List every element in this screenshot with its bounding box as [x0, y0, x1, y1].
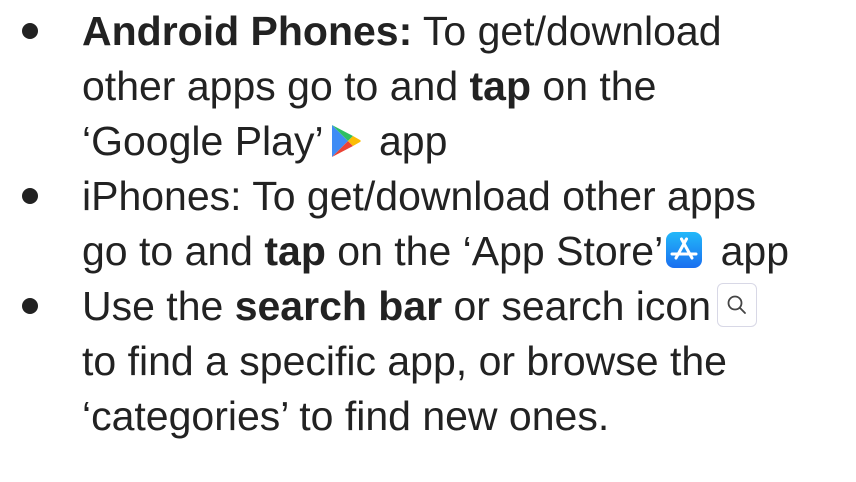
text-span: ‘categories’ to find new ones. [82, 393, 610, 439]
text-line: Use the search bar or search icon [82, 279, 842, 334]
text-line: to find a specific app, or browse the [82, 334, 842, 389]
list-item-android: Android Phones: To get/download other ap… [0, 4, 842, 169]
bullet-dot [22, 298, 38, 314]
search-icon-box [717, 283, 758, 328]
bullet-dot [22, 188, 38, 204]
list-item-search: Use the search bar or search icon to fin… [0, 279, 842, 444]
text-span: on the [531, 63, 657, 109]
text-span: iPhones: To get/download other apps [82, 173, 756, 219]
google-play-icon [331, 125, 361, 158]
list-item-iphone: iPhones: To get/download other apps go t… [0, 169, 842, 279]
text-line: iPhones: To get/download other apps [82, 169, 842, 224]
text-line: Android Phones: To get/download [82, 4, 842, 59]
text-line: go to and tap on the ‘App Store’ app [82, 224, 842, 279]
text-span: ‘Google Play’ [82, 118, 324, 164]
text-line: other apps go to and tap on the [82, 59, 842, 114]
text-span: or search icon [442, 283, 712, 329]
bold-text: search bar [234, 283, 443, 329]
search-icon [727, 295, 746, 315]
bullet-dot [22, 23, 38, 39]
bold-text: Android Phones: [82, 8, 413, 54]
text-span: app [709, 228, 790, 274]
text-span: other apps go to and [82, 63, 470, 109]
bullet-list: Android Phones: To get/download other ap… [0, 4, 842, 444]
text-line: ‘categories’ to find new ones. [82, 389, 842, 444]
text-line: ‘Google Play’ app [82, 114, 842, 169]
text-span: on the ‘App Store’ [325, 228, 664, 274]
app-store-icon [666, 232, 703, 269]
text-span: go to and [82, 228, 265, 274]
text-span: Use the [82, 283, 235, 329]
text-span: To get/download [412, 8, 722, 54]
text-span: app [367, 118, 448, 164]
text-span: to find a specific app, or browse the [82, 338, 727, 384]
bold-text: tap [264, 228, 326, 274]
bold-text: tap [469, 63, 532, 109]
